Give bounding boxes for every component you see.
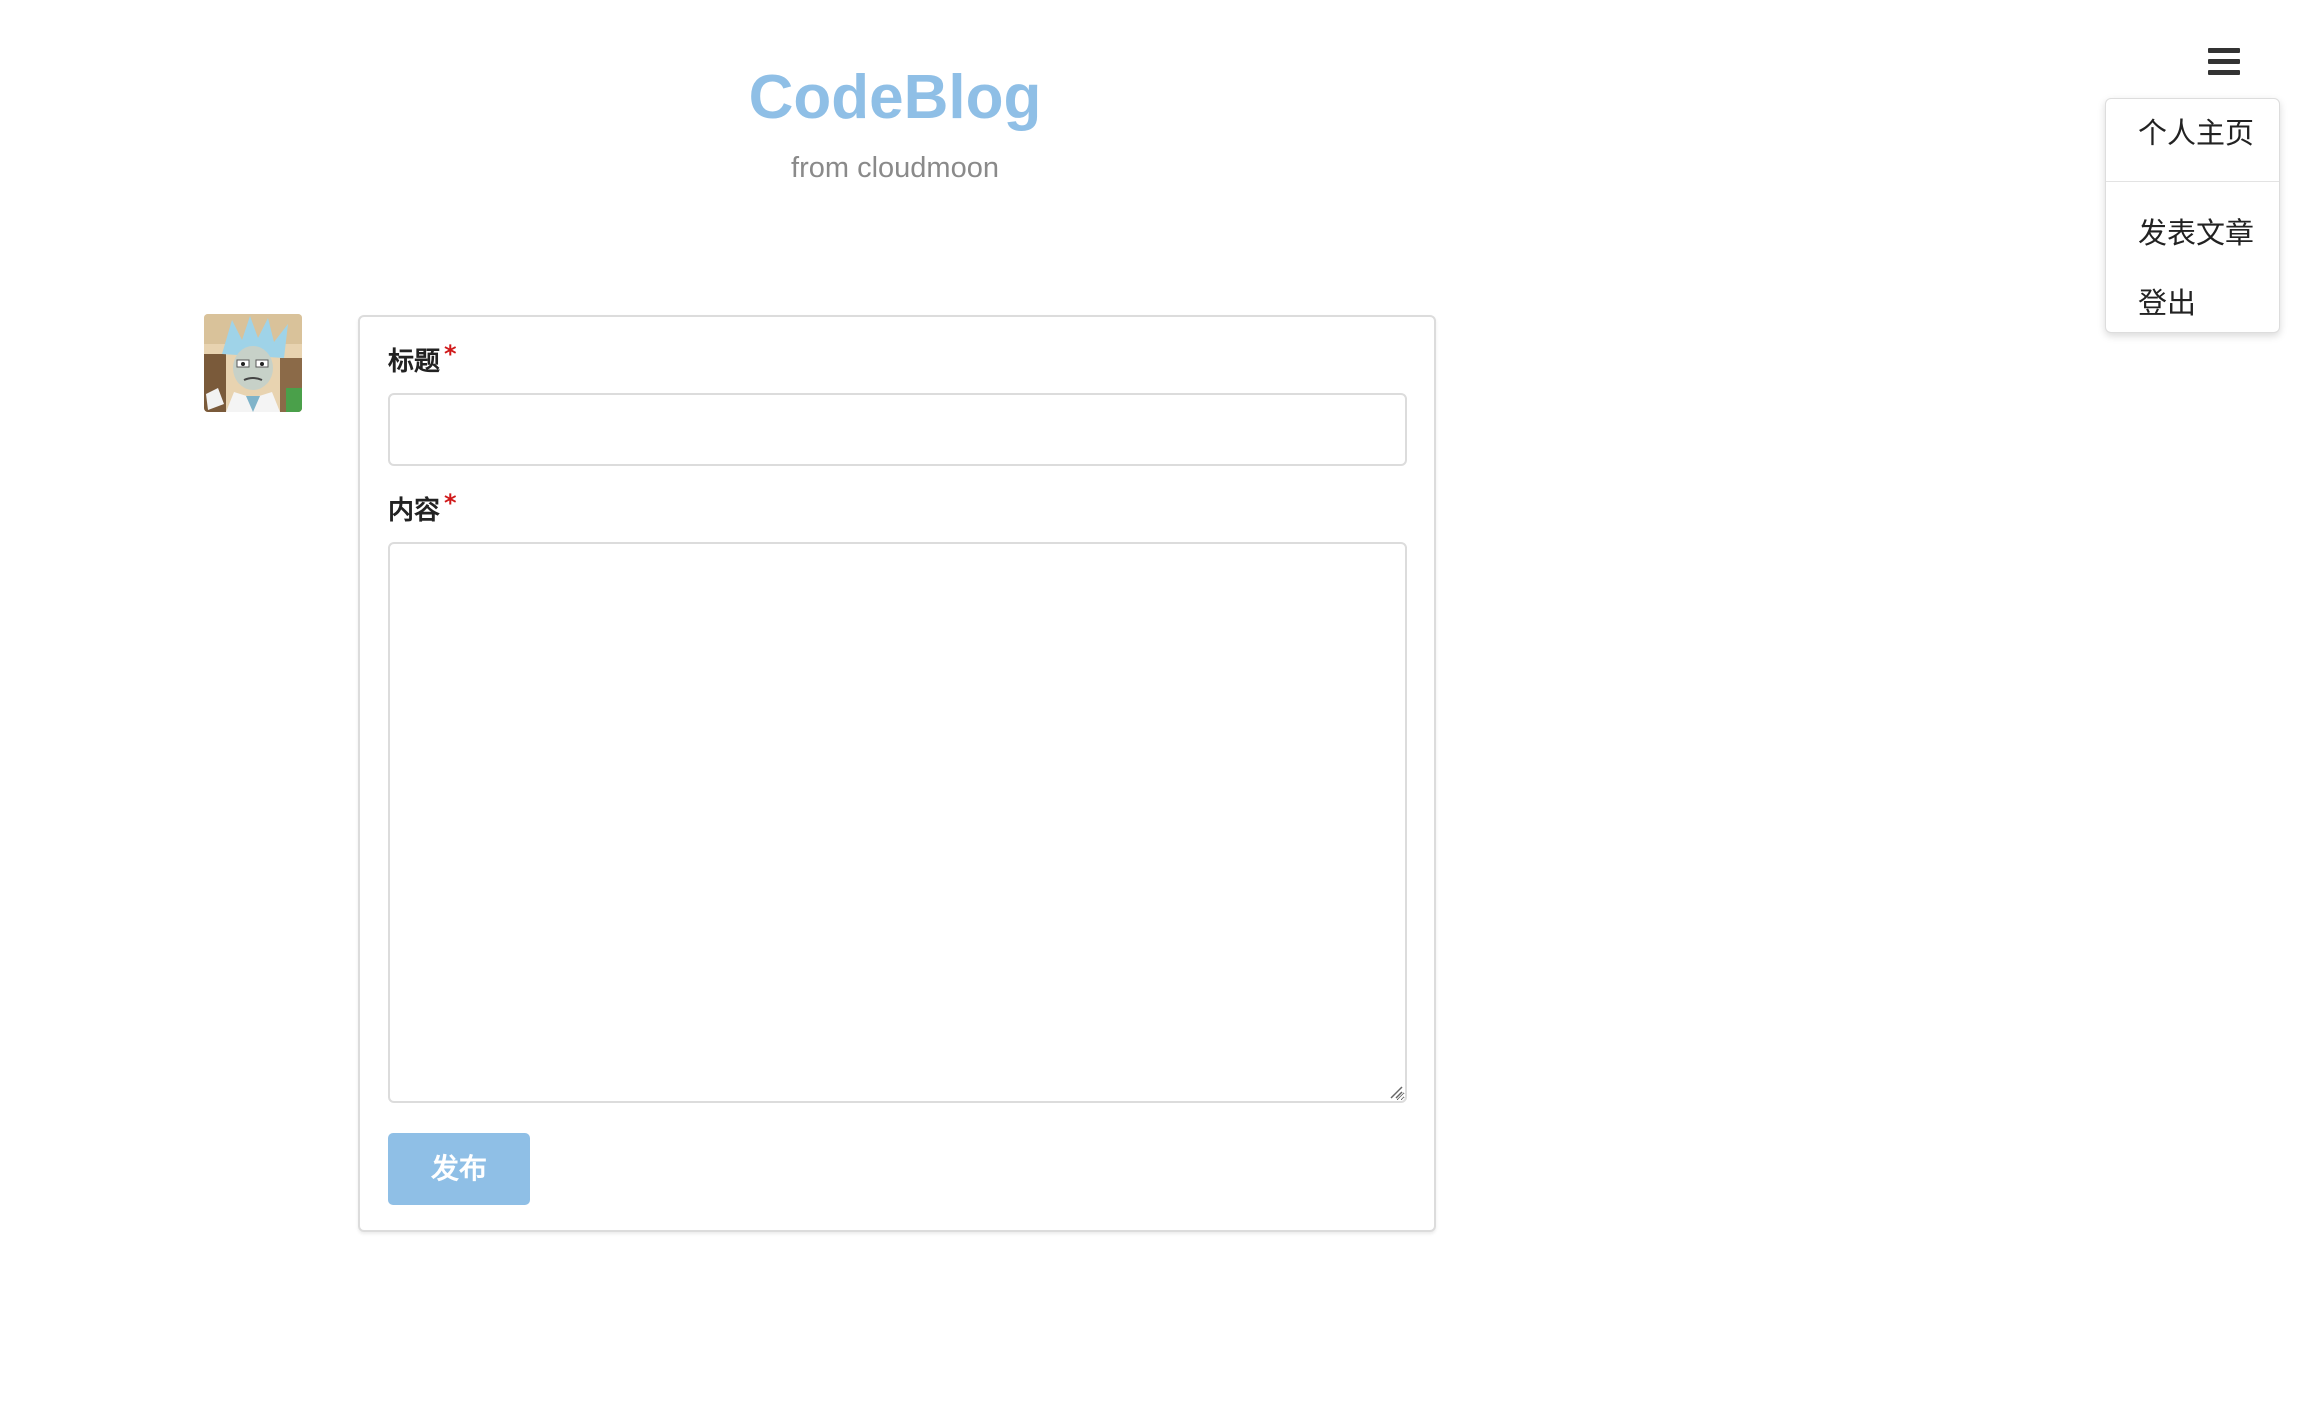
content-required-mark: *: [444, 489, 457, 517]
menu-item-profile[interactable]: 个人主页: [2138, 115, 2254, 151]
hamburger-bar: [2208, 59, 2240, 64]
user-avatar[interactable]: [204, 314, 302, 412]
title-field-label: 标题 *: [388, 340, 457, 379]
resize-handle-icon[interactable]: [1389, 1085, 1403, 1099]
menu-divider: [2106, 181, 2279, 182]
hamburger-menu-icon[interactable]: [2208, 48, 2240, 78]
hamburger-bar: [2208, 48, 2240, 53]
title-label-text: 标题: [388, 347, 441, 377]
post-form-card: 标题 * 内容 * 发布: [358, 315, 1436, 1232]
menu-item-logout[interactable]: 登出: [2138, 285, 2196, 321]
hamburger-bar: [2208, 70, 2240, 75]
site-header: CodeBlog from cloudmoon: [0, 58, 1790, 186]
menu-item-new-post[interactable]: 发表文章: [2138, 215, 2254, 251]
nav-dropdown-menu: 个人主页 发表文章 登出: [2105, 98, 2280, 333]
content-field-label: 内容 *: [388, 489, 457, 528]
content-textarea[interactable]: [388, 542, 1407, 1103]
site-title[interactable]: CodeBlog: [0, 58, 1790, 138]
title-input[interactable]: [388, 393, 1407, 466]
title-required-mark: *: [444, 340, 457, 368]
site-subtitle: from cloudmoon: [791, 152, 999, 184]
publish-button[interactable]: 发布: [388, 1133, 530, 1205]
content-label-text: 内容: [388, 496, 441, 526]
avatar-image: [204, 314, 302, 412]
